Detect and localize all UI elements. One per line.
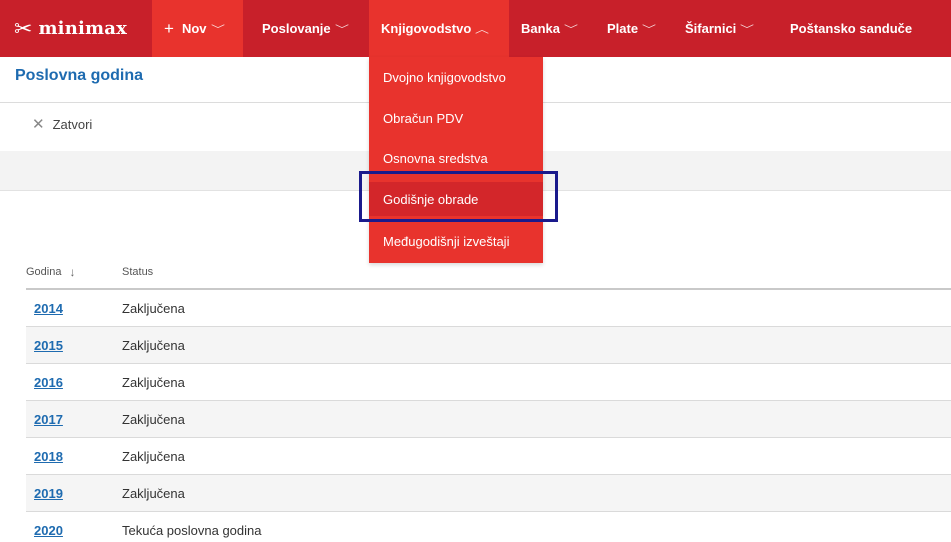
app-logo[interactable]: ✂ minimax [14,0,127,57]
nav-item-plate[interactable]: Plate ﹀ [595,0,666,57]
menu-item-godisnje-obrade[interactable]: Godišnje obrade [369,182,543,216]
table-row: 2014 Zaključena [26,290,951,327]
nav-item-postansko-sanduce[interactable]: Poštansko sanduče [778,0,924,57]
close-button[interactable]: ✕ Zatvori [32,117,92,132]
table-row: 2019 Zaključena [26,475,951,512]
year-link[interactable]: 2016 [34,375,63,390]
status-cell: Tekuća poslovna godina [122,523,262,538]
year-link[interactable]: 2019 [34,486,63,501]
nav-label: Knjigovodstvo [381,21,472,36]
chevron-down-icon: ﹀ [740,25,755,36]
nav-item-poslovanje[interactable]: Poslovanje ﹀ [250,0,359,57]
chevron-down-icon: ﹀ [210,25,225,36]
column-header-status[interactable]: Status [122,266,951,278]
table-row: 2020 Tekuća poslovna godina [26,512,951,542]
year-link[interactable]: 2018 [34,449,63,464]
chevron-down-icon: ﹀ [334,25,349,36]
nav-item-banka[interactable]: Banka ﹀ [509,0,588,57]
menu-item-osnovna-sredstva[interactable]: Osnovna sredstva [369,141,543,175]
status-cell: Zaključena [122,485,185,501]
table-row: 2015 Zaključena [26,327,951,364]
close-label: Zatvori [52,117,93,132]
status-cell: Zaključena [122,411,185,427]
year-link[interactable]: 2015 [34,338,63,353]
table-row: 2016 Zaključena [26,364,951,401]
table-row: 2018 Zaključena [26,438,951,475]
status-cell: Zaključena [122,300,185,316]
chevron-up-icon: ︿ [475,25,490,36]
top-navbar: ✂ minimax + Nov ﹀ Poslovanje ﹀ Knjigovod… [0,0,951,57]
year-link[interactable]: 2014 [34,301,63,316]
chevron-down-icon: ﹀ [564,25,579,36]
status-cell: Zaključena [122,374,185,390]
close-icon: ✕ [32,116,45,133]
menu-item-obracun-pdv[interactable]: Obračun PDV [369,101,543,135]
year-link[interactable]: 2017 [34,412,63,427]
menu-item-dvojno-knjigovodstvo[interactable]: Dvojno knjigovodstvo [369,60,543,94]
scissors-x-icon: ✂ [14,15,33,41]
table-row: 2017 Zaključena [26,401,951,438]
status-cell: Zaključena [122,448,185,464]
knjigovodstvo-dropdown-menu: Dvojno knjigovodstvo Obračun PDV Osnovna… [369,57,543,263]
year-link[interactable]: 2020 [34,523,63,538]
nav-label: Poslovanje [262,21,331,36]
nav-item-knjigovodstvo[interactable]: Knjigovodstvo ︿ [369,0,509,57]
nav-label: Banka [521,21,561,36]
new-label: Nov [181,21,207,36]
plus-icon: + [164,19,174,38]
new-button[interactable]: + Nov ﹀ [152,0,243,57]
column-header-year[interactable]: Godina ↓ [26,265,122,279]
menu-item-medjugodisnji-izvestaji[interactable]: Međugodišnji izveštaji [369,224,543,258]
logo-text: minimax [38,18,128,39]
nav-item-sifarnici[interactable]: Šifarnici ﹀ [673,0,764,57]
chevron-down-icon: ﹀ [642,25,657,36]
sort-down-arrow-icon: ↓ [69,264,76,279]
nav-label: Plate [607,21,639,36]
nav-label: Poštansko sanduče [790,21,913,36]
status-cell: Zaključena [122,337,185,353]
nav-label: Šifarnici [685,21,737,36]
page-title: Poslovna godina [15,67,144,84]
column-header-label: Godina [26,265,62,278]
fiscal-year-table: Godina ↓ Status 2014 Zaključena 2015 Zak… [26,255,951,542]
